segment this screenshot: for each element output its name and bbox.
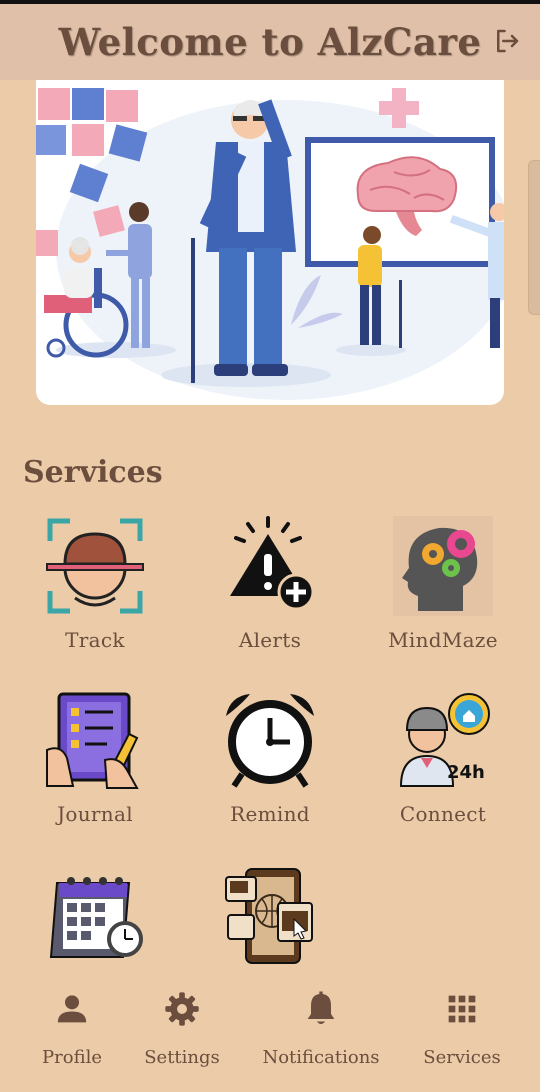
service-label: Connect — [399, 802, 487, 826]
service-remind[interactable]: Remind — [195, 690, 345, 826]
nav-services[interactable]: Services — [410, 989, 514, 1068]
service-journal[interactable]: Journal — [20, 690, 170, 826]
nav-label: Services — [423, 1047, 501, 1068]
service-label: Alerts — [238, 628, 302, 652]
grid-icon — [448, 995, 476, 1023]
service-track[interactable]: Track — [20, 516, 170, 652]
checklist-journal-icon — [46, 692, 139, 789]
service-label: Remind — [230, 802, 310, 826]
service-mindmaze[interactable]: MindMaze — [368, 516, 518, 652]
nav-settings[interactable]: Settings — [130, 989, 234, 1068]
brain-gears-icon — [393, 516, 493, 616]
service-web[interactable] — [195, 867, 345, 979]
services-title: Services — [23, 455, 163, 490]
service-connect[interactable]: 24h Connect — [368, 690, 518, 826]
gear-icon — [165, 992, 199, 1026]
face-scan-icon — [46, 518, 144, 614]
nav-label: Profile — [42, 1047, 102, 1068]
bottom-nav: Profile Settings Notifications Services — [0, 975, 540, 1092]
service-calendar[interactable] — [20, 867, 170, 979]
person-icon — [57, 995, 87, 1023]
app-header: Welcome to AlzCare — [0, 4, 540, 80]
page-title: Welcome to AlzCare — [58, 20, 482, 64]
logout-icon[interactable] — [492, 26, 522, 56]
support-agent-icon: 24h — [399, 693, 490, 787]
service-label: Journal — [57, 802, 133, 826]
calendar-clock-icon — [49, 877, 143, 958]
nav-label: Notifications — [262, 1047, 380, 1068]
nav-notifications[interactable]: Notifications — [252, 989, 390, 1068]
nav-profile[interactable]: Profile — [20, 989, 124, 1068]
alert-warning-icon — [230, 516, 315, 611]
alarm-clock-icon — [226, 694, 314, 788]
nav-label: Settings — [144, 1047, 220, 1068]
service-label: MindMaze — [388, 628, 498, 652]
hero-illustration — [36, 80, 504, 405]
service-label: Track — [65, 628, 125, 652]
bell-icon — [307, 991, 335, 1024]
scrollbar[interactable] — [528, 160, 540, 315]
service-alerts[interactable]: Alerts — [195, 516, 345, 652]
web-devices-icon — [225, 868, 313, 964]
svg-text:24h: 24h — [447, 762, 485, 783]
